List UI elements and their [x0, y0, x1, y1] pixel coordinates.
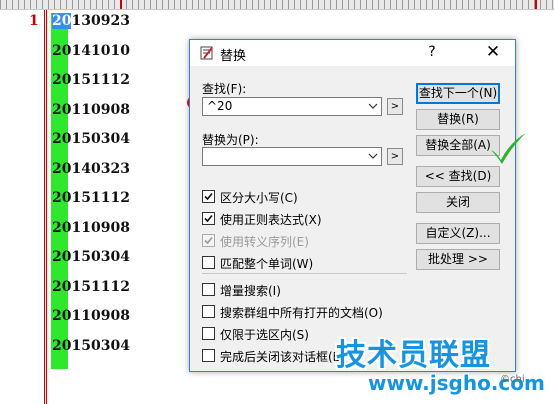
line-rest: 110908	[71, 219, 130, 236]
find-regex-menu-button[interactable]: >	[387, 98, 403, 115]
find-value: ^20	[207, 99, 233, 113]
replace-dialog: 替换 ? ✕ 查找(F): ^20 > 替换为(P): > 查找下一个(N) 替…	[189, 39, 516, 372]
extra-option-label: 仅限于选区内(S)	[220, 328, 309, 342]
line-match-prefix: 20	[52, 131, 72, 147]
document-line[interactable]: 20150304	[52, 131, 130, 147]
line-rest: 151112	[71, 278, 130, 295]
line-match-prefix: 20	[52, 308, 72, 324]
customize-button[interactable]: 自定义(Z)...	[416, 223, 500, 244]
watermark-brand: 技术员联盟	[336, 338, 491, 373]
notepad-icon	[200, 46, 213, 60]
dialog-title: 替换	[220, 49, 247, 64]
option-checkbox[interactable]	[202, 190, 215, 203]
extra-option-checkbox[interactable]	[202, 349, 215, 362]
replace-label: 替换为(P):	[202, 133, 259, 147]
chevron-down-icon[interactable]	[368, 151, 378, 161]
document-line[interactable]: 20110908	[52, 102, 130, 118]
line-rest: 141010	[71, 42, 130, 59]
gutter-divider	[46, 10, 47, 404]
dialog-titlebar[interactable]: 替换 ? ✕	[190, 40, 515, 66]
help-button[interactable]: ?	[422, 44, 442, 60]
editor-gutter	[0, 10, 46, 404]
line-rest: 110908	[71, 101, 130, 118]
line-match-prefix: 20	[52, 42, 72, 59]
batch-button[interactable]: 批处理 >>	[416, 249, 500, 270]
extra-option-label: 增量搜索(I)	[220, 284, 281, 298]
find-label: 查找(F):	[202, 82, 247, 96]
option-label: 使用转义序列(E)	[220, 235, 309, 249]
line-match-prefix: 20	[52, 249, 72, 265]
chevron-down-icon[interactable]	[368, 101, 378, 111]
replace-regex-menu-button[interactable]: >	[387, 148, 403, 165]
document-line[interactable]: 20110908	[52, 220, 130, 236]
document-line[interactable]: 20110908	[52, 308, 130, 324]
document-line[interactable]: 20151112	[52, 190, 130, 206]
find-input[interactable]: ^20	[202, 97, 382, 116]
gutter-divider	[44, 10, 45, 404]
line-rest: 150304	[71, 131, 130, 147]
line-match-prefix: 20	[52, 72, 72, 88]
extra-option-checkbox[interactable]	[202, 283, 215, 296]
line-match-prefix: 20	[52, 101, 72, 118]
option-label: 区分大小写(C)	[220, 191, 298, 205]
option-label: 使用正则表达式(X)	[220, 213, 322, 227]
find-next-button[interactable]: 查找下一个(N)	[416, 83, 500, 104]
line-rest: 150304	[71, 337, 130, 354]
line-rest: 150304	[71, 249, 130, 265]
replace-button[interactable]: 替换(R)	[416, 109, 500, 130]
line-match-prefix: 20	[52, 160, 72, 177]
close-button[interactable]: 关闭	[416, 192, 500, 213]
ruler-marker	[120, 0, 122, 9]
line-rest: 151112	[71, 190, 130, 206]
line-rest: 151112	[71, 72, 130, 88]
document-line[interactable]: 20151112	[52, 72, 130, 88]
horizontal-ruler	[0, 0, 554, 10]
option-checkbox[interactable]	[202, 212, 215, 225]
extra-option-label: 完成后关闭该对话框(L)	[220, 350, 345, 364]
line-number: 1	[29, 13, 39, 29]
line-match-prefix: 20	[52, 337, 72, 354]
line-rest: 140323	[71, 160, 130, 177]
line-match-prefix: 20	[52, 219, 72, 236]
line-match-prefix: 20	[52, 278, 72, 295]
watermark-small: ©chi	[500, 374, 525, 385]
extra-option-label: 搜索群组中所有打开的文档(O)	[220, 306, 383, 320]
find-less-button[interactable]: << 查找(D)	[416, 166, 500, 187]
replace-input[interactable]	[202, 147, 382, 166]
document-line[interactable]: 20130923	[52, 13, 130, 29]
option-checkbox[interactable]	[202, 256, 215, 269]
document-line[interactable]: 20141010	[52, 43, 130, 59]
document-line[interactable]: 20150304	[52, 338, 130, 354]
document-line[interactable]: 20140323	[52, 161, 130, 177]
line-rest: 130923	[71, 13, 130, 29]
line-match-prefix: 20	[52, 190, 72, 206]
line-rest: 110908	[71, 308, 130, 324]
document-line[interactable]: 20150304	[52, 249, 130, 265]
line-match-prefix: 20	[52, 13, 72, 29]
extra-option-checkbox[interactable]	[202, 327, 215, 340]
option-checkbox	[202, 234, 215, 247]
ruler-marker	[535, 0, 537, 9]
option-label: 匹配整个单词(W)	[220, 257, 314, 271]
checkmark-icon	[491, 133, 526, 164]
close-icon[interactable]: ✕	[482, 42, 504, 62]
extra-option-checkbox[interactable]	[202, 305, 215, 318]
options-divider	[202, 273, 407, 274]
document-line[interactable]: 20151112	[52, 279, 130, 295]
